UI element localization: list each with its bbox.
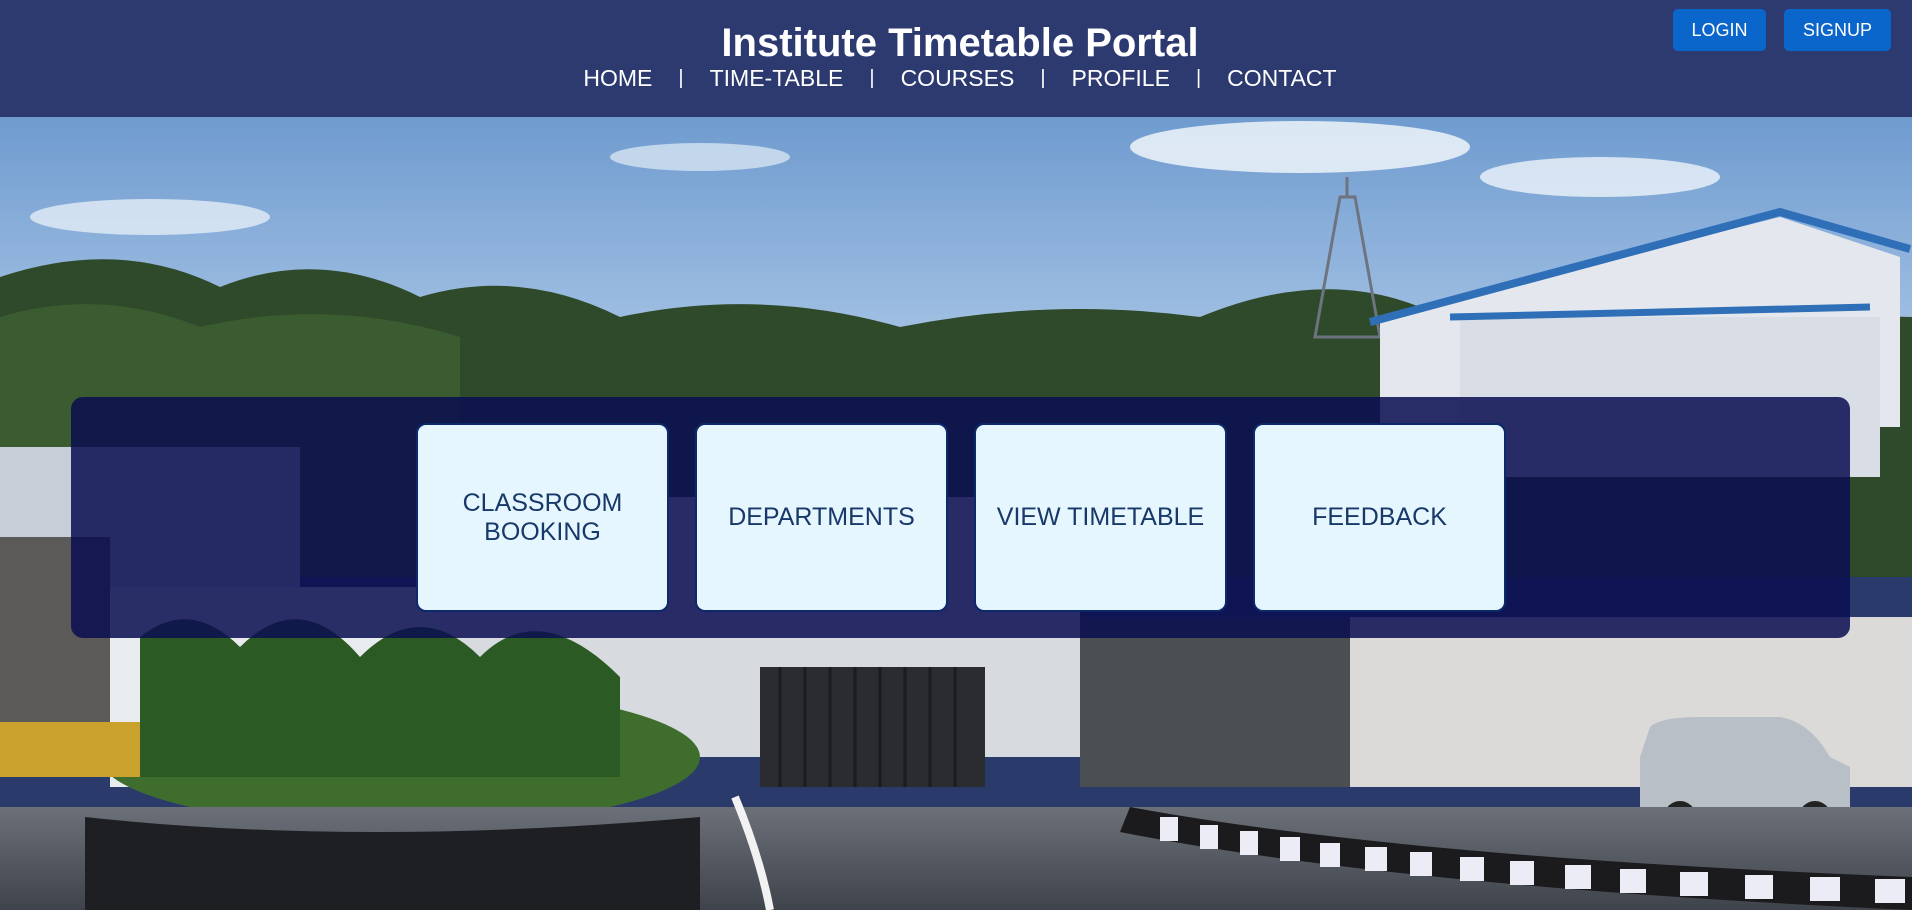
departments-tile[interactable]: DEPARTMENTS bbox=[695, 423, 948, 612]
feedback-tile[interactable]: FEEDBACK bbox=[1253, 423, 1506, 612]
tile-label: CLASSROOM BOOKING bbox=[462, 488, 623, 546]
quick-links-panel: CLASSROOM BOOKING DEPARTMENTS VIEW TIMET… bbox=[71, 397, 1850, 638]
site-header: Institute Timetable Portal HOME | TIME-T… bbox=[0, 0, 1912, 117]
nav-timetable[interactable]: TIME-TABLE bbox=[710, 63, 844, 93]
tile-label: DEPARTMENTS bbox=[728, 503, 915, 531]
tile-label: VIEW TIMETABLE bbox=[996, 503, 1205, 531]
nav-home[interactable]: HOME bbox=[583, 63, 652, 93]
nav-separator: | bbox=[1195, 67, 1202, 89]
nav-separator: | bbox=[678, 67, 684, 89]
main-nav: HOME | TIME-TABLE | COURSES | PROFILE | … bbox=[0, 63, 1912, 93]
tile-label: FEEDBACK bbox=[1312, 503, 1447, 531]
view-timetable-tile[interactable]: VIEW TIMETABLE bbox=[974, 423, 1227, 612]
nav-contact[interactable]: CONTACT bbox=[1227, 63, 1336, 93]
classroom-booking-tile[interactable]: CLASSROOM BOOKING bbox=[416, 423, 669, 612]
nav-separator: | bbox=[1040, 67, 1046, 89]
nav-courses[interactable]: COURSES bbox=[901, 63, 1015, 93]
site-title: Institute Timetable Portal bbox=[721, 21, 1199, 65]
nav-profile[interactable]: PROFILE bbox=[1072, 63, 1170, 93]
login-button[interactable]: LOGIN bbox=[1673, 9, 1766, 51]
signup-button[interactable]: SIGNUP bbox=[1784, 9, 1891, 51]
nav-separator: | bbox=[869, 67, 875, 89]
